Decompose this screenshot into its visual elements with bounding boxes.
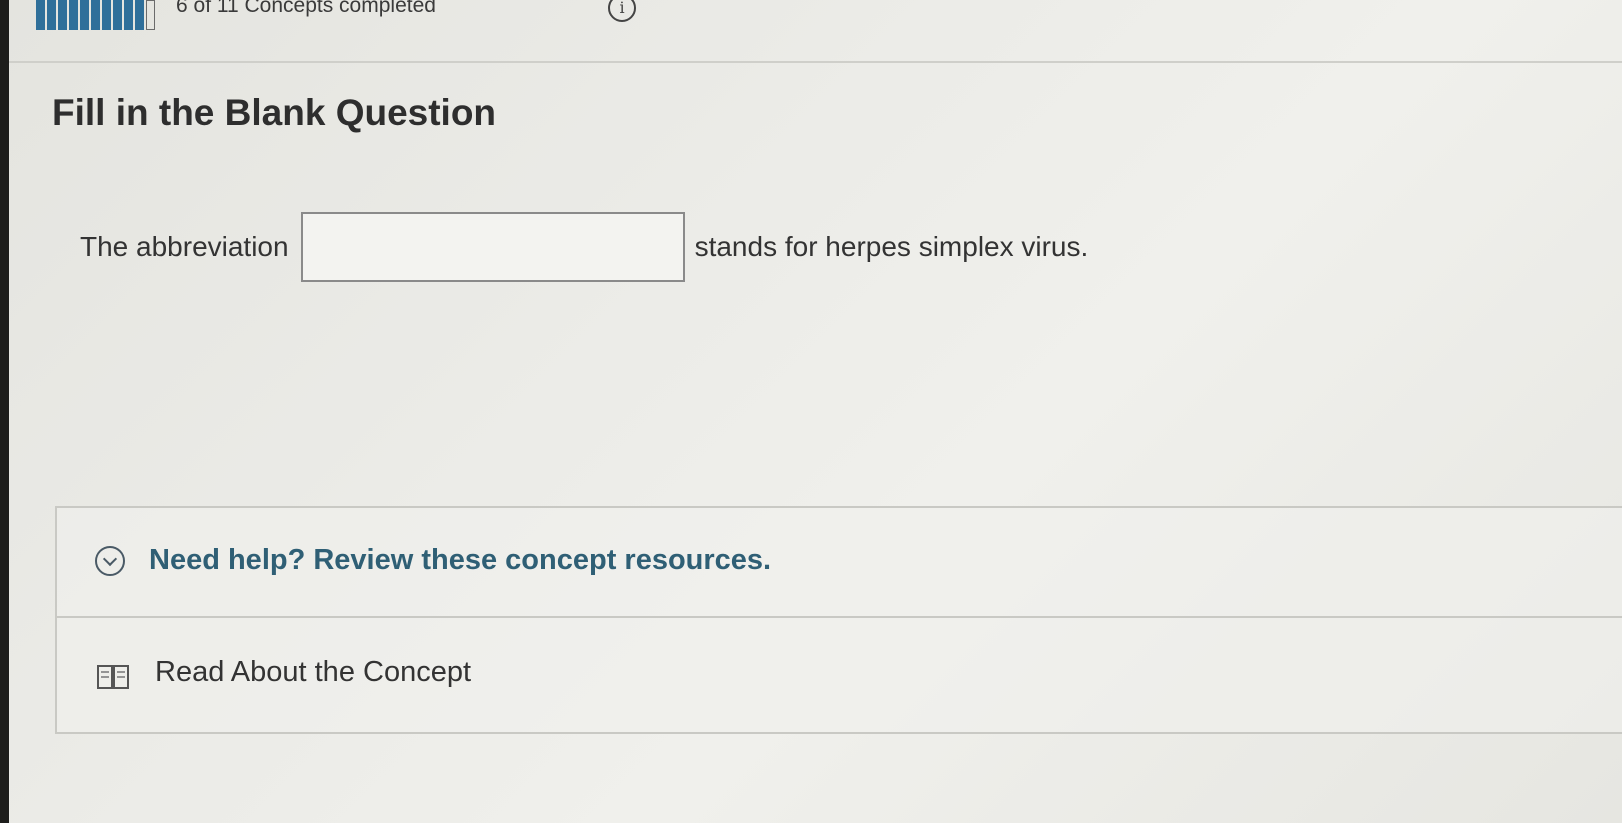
read-about-concept-link[interactable]: Read About the Concept	[57, 618, 1622, 734]
question-type-title: Fill in the Blank Question	[52, 92, 497, 133]
prompt-text-after: stands for herpes simplex virus.	[694, 231, 1089, 262]
progress-segment	[113, 0, 122, 30]
progress-segment-empty	[146, 0, 155, 30]
book-icon	[97, 664, 129, 690]
progress-segment	[102, 0, 111, 30]
progress-segment	[36, 0, 45, 30]
header-divider	[9, 61, 1622, 63]
progress-segment	[124, 0, 133, 30]
progress-segment	[69, 0, 78, 30]
progress-segment	[80, 0, 89, 30]
progress-text: 6 of 11 Concepts completed	[176, 0, 436, 17]
progress-segment	[135, 0, 144, 30]
prompt-text-before: The abbreviation	[80, 231, 289, 262]
info-icon[interactable]: i	[608, 0, 636, 22]
question-prompt: The abbreviation stands for herpes simpl…	[80, 210, 1088, 284]
screen-bezel	[0, 0, 9, 823]
blank-answer-input[interactable]	[300, 212, 685, 282]
page: 6 of 11 Concepts completed i Fill in the…	[0, 0, 1622, 823]
progress-segment	[91, 0, 100, 30]
need-help-toggle[interactable]: Need help? Review these concept resource…	[57, 508, 1622, 618]
resource-label: Read About the Concept	[155, 656, 472, 688]
chevron-down-icon	[95, 546, 125, 576]
progress-segment	[58, 0, 67, 30]
progress-segment	[47, 0, 56, 30]
concept-progress-bar	[36, 0, 166, 30]
need-help-label: Need help? Review these concept resource…	[149, 544, 772, 576]
concept-resources-panel: Need help? Review these concept resource…	[55, 506, 1622, 734]
